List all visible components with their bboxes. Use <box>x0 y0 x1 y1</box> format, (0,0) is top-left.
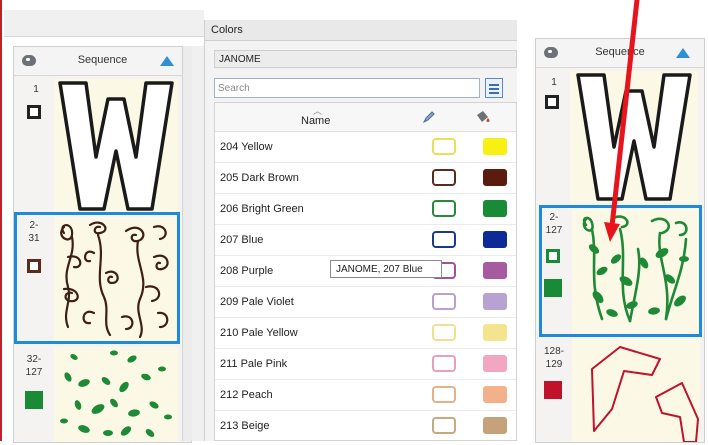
color-name: 208 Purple <box>220 265 274 277</box>
red-outline-shapes-icon <box>591 346 699 443</box>
color-row[interactable]: 204 Yellow <box>215 131 516 163</box>
fill-bucket-icon <box>477 111 490 122</box>
sequence-item-number: 2- 127 <box>545 212 563 236</box>
list-icon <box>489 84 499 86</box>
outline-swatch[interactable] <box>27 105 41 119</box>
outline-color-swatch[interactable] <box>432 138 456 155</box>
outline-color-swatch[interactable] <box>432 293 456 310</box>
letter-w-outline-icon <box>58 81 174 211</box>
brown-swirls-icon <box>60 221 169 339</box>
sequence-panel-right: Sequence 1 2- 127 128- 129 <box>535 38 705 443</box>
search-input[interactable]: Search <box>214 78 480 98</box>
color-name: 209 Pale Violet <box>220 296 294 308</box>
color-row[interactable]: 212 Peach <box>215 379 516 411</box>
color-name: 210 Pale Yellow <box>220 327 298 339</box>
outline-swatch[interactable] <box>545 95 559 109</box>
fill-color-swatch[interactable] <box>483 169 507 186</box>
colors-panel-header: Colors <box>205 20 517 41</box>
collapse-up-icon[interactable] <box>160 56 174 66</box>
color-row[interactable]: 211 Pale Pink <box>215 348 516 380</box>
thread-brand-value: JANOME <box>219 54 261 65</box>
sequence-item-number: 1 <box>551 77 557 88</box>
left-red-border <box>0 0 2 441</box>
sequence-item-number: 32- 127 <box>25 354 43 378</box>
outline-swatch[interactable] <box>546 249 560 263</box>
green-vine-w-icon <box>582 215 689 323</box>
color-name: 213 Beige <box>220 420 270 432</box>
green-leaves-icon <box>60 350 172 437</box>
sequence-item-number: 2- 31 <box>28 220 40 244</box>
sequence-panel-left: Sequence 1 2- 31 32- 127 <box>13 46 192 443</box>
tooltip-text: JANOME, 207 Blue <box>336 264 423 275</box>
color-name: 205 Dark Brown <box>220 172 299 184</box>
color-row[interactable]: 210 Pale Yellow <box>215 317 516 349</box>
thread-brand-select[interactable]: JANOME <box>214 50 517 68</box>
column-name[interactable]: Name <box>301 115 330 127</box>
sequence-thumbnail-green-leaves[interactable] <box>54 347 178 442</box>
fill-color-swatch[interactable] <box>483 200 507 217</box>
fill-color-swatch[interactable] <box>483 386 507 403</box>
fill-color-swatch[interactable] <box>483 138 507 155</box>
color-row[interactable]: 206 Bright Green <box>215 193 516 225</box>
outline-color-swatch[interactable] <box>432 386 456 403</box>
left-toolbar-strip <box>4 10 204 37</box>
fill-color-swatch[interactable] <box>483 293 507 310</box>
sequence-thumbnail-red-shapes[interactable] <box>572 339 700 443</box>
color-name: 207 Blue <box>220 234 264 246</box>
list-icon <box>489 88 499 90</box>
outline-color-swatch[interactable] <box>432 324 456 341</box>
color-name: 212 Peach <box>220 389 273 401</box>
fill-swatch[interactable] <box>544 381 562 399</box>
color-name: 204 Yellow <box>220 141 273 153</box>
pen-outline-icon <box>422 111 435 124</box>
panel-splitter[interactable] <box>192 46 204 441</box>
sequence-thumbnail-w-outline[interactable] <box>570 71 698 203</box>
fill-swatch[interactable] <box>25 391 43 409</box>
sequence-thumbnail-brown-swirls[interactable] <box>54 217 176 341</box>
outline-color-swatch[interactable] <box>432 355 456 372</box>
fill-color-swatch[interactable] <box>483 355 507 372</box>
colors-title: Colors <box>211 24 243 36</box>
table-header: ︿ Name <box>215 103 516 132</box>
letter-w-outline-icon <box>576 73 692 201</box>
color-name: 211 Pale Pink <box>220 358 288 370</box>
fill-color-swatch[interactable] <box>483 417 507 434</box>
outline-color-swatch[interactable] <box>432 200 456 217</box>
color-row[interactable]: 209 Pale Violet <box>215 286 516 318</box>
outline-swatch[interactable] <box>27 259 41 273</box>
sequence-thumbnail-green-vine-w[interactable] <box>572 209 698 333</box>
fill-swatch[interactable] <box>544 279 562 297</box>
outline-color-swatch[interactable] <box>432 231 456 248</box>
color-row[interactable]: 213 Beige <box>215 410 516 440</box>
sequence-thumbnail-w-outline[interactable] <box>54 79 178 213</box>
fill-color-swatch[interactable] <box>483 262 507 279</box>
collapse-up-icon[interactable] <box>676 48 690 58</box>
list-icon <box>489 92 499 94</box>
colors-panel: Colors JANOME Search ︿ Name 204 Yellow 20… <box>204 20 517 441</box>
fill-color-swatch[interactable] <box>483 324 507 341</box>
fill-color-swatch[interactable] <box>483 231 507 248</box>
color-tooltip: JANOME, 207 Blue <box>330 260 442 278</box>
color-row[interactable]: 205 Dark Brown <box>215 162 516 194</box>
outline-color-swatch[interactable] <box>432 417 456 434</box>
outline-color-swatch[interactable] <box>432 169 456 186</box>
list-view-button[interactable] <box>485 78 503 98</box>
sequence-header: Sequence <box>536 39 704 68</box>
sequence-item-number: 128- 129 <box>543 346 564 370</box>
color-row[interactable]: 207 Blue <box>215 224 516 256</box>
color-name: 206 Bright Green <box>220 203 304 215</box>
search-placeholder: Search <box>218 83 250 94</box>
sequence-header: Sequence <box>14 47 191 76</box>
sequence-item-number: 1 <box>33 84 39 95</box>
